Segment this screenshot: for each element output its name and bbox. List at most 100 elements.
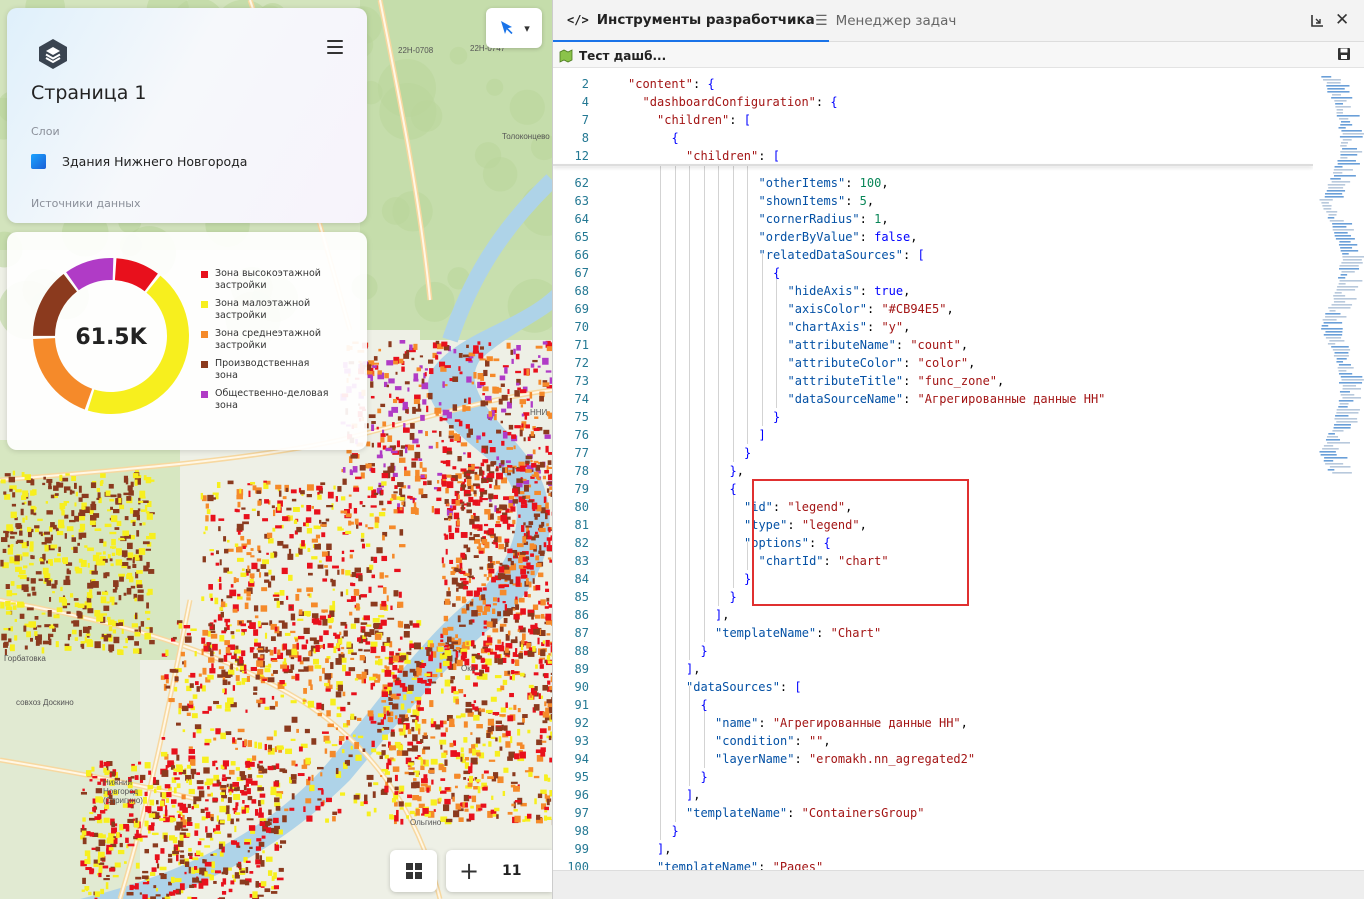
legend-item[interactable]: Зона малоэтажной застройки <box>201 298 331 322</box>
code-token: "dashboardConfiguration" <box>642 95 816 109</box>
code-line[interactable]: 70 "chartAxis": "y", <box>553 318 1313 336</box>
legend-item[interactable]: Зона среднеэтажной застройки <box>201 328 331 352</box>
donut-chart[interactable]: 61.5K <box>29 254 193 418</box>
code-token: { <box>729 482 737 496</box>
code-line[interactable]: 89], <box>553 660 1313 678</box>
code-line[interactable]: 97 "templateName": "ContainersGroup" <box>553 804 1313 822</box>
code-text: ] <box>759 426 766 444</box>
line-number: 77 <box>574 446 589 460</box>
code-token: , <box>946 302 954 316</box>
tab-task-manager[interactable]: ☰ Менеджер задач <box>815 0 956 42</box>
code-token: , <box>693 662 701 676</box>
legend-item[interactable]: Общественно-деловая зона <box>201 388 331 412</box>
close-icon[interactable]: ✕ <box>1335 10 1349 30</box>
map-place-label: ННИ <box>530 408 548 417</box>
code-token: : <box>758 149 773 163</box>
code-line[interactable]: 75} <box>553 408 1313 426</box>
layer-item[interactable]: Здания Нижнего Новгорода <box>31 154 247 169</box>
code-line[interactable]: 8{ <box>553 129 1313 147</box>
code-token: "templateName" <box>686 806 788 820</box>
code-line[interactable]: 74 "dataSourceName": "Агрегированные данн… <box>553 390 1313 408</box>
legend-swatch <box>201 271 208 278</box>
line-number: 100 <box>567 860 589 870</box>
code-line[interactable]: 73 "attributeTitle": "func_zone", <box>553 372 1313 390</box>
donut-slice[interactable] <box>33 274 77 336</box>
code-line[interactable]: 72 "attributeColor": "color", <box>553 354 1313 372</box>
donut-slice[interactable] <box>114 258 158 292</box>
code-line[interactable]: 64 "cornerRadius": 1, <box>553 210 1313 228</box>
legend-label: Зона среднеэтажной застройки <box>215 328 322 351</box>
legend-swatch <box>201 331 208 338</box>
code-token: "eromakh.nn_agregated2" <box>808 752 976 766</box>
code-text: } <box>672 822 679 840</box>
code-line[interactable]: 69 "axisColor": "#CB94E5", <box>553 300 1313 318</box>
code-line[interactable]: 98} <box>553 822 1313 840</box>
tab-developer-tools[interactable]: </> Инструменты разработчика <box>553 0 829 42</box>
save-icon[interactable] <box>1337 47 1351 61</box>
code-line[interactable]: 68 "hideAxis": true, <box>553 282 1313 300</box>
line-number: 95 <box>574 770 589 784</box>
line-number: 65 <box>574 230 589 244</box>
zoom-level: 11 <box>502 863 522 879</box>
zoom-in-button[interactable]: + <box>446 850 492 892</box>
code-text: ], <box>686 660 700 678</box>
code-token: } <box>671 824 679 838</box>
code-line[interactable]: 12 "children": [ <box>553 147 1313 165</box>
code-line[interactable]: 77} <box>553 444 1313 462</box>
editor-minimap[interactable] <box>1315 74 1364 478</box>
file-tab[interactable]: Тест дашб... <box>559 45 666 67</box>
code-token: "cornerRadius" <box>758 212 860 226</box>
map-place-label: Ока <box>461 664 476 673</box>
menu-icon[interactable] <box>327 40 343 54</box>
grid-button[interactable] <box>390 850 437 892</box>
code-token: : <box>903 248 918 262</box>
code-line[interactable]: 90 "dataSources": [ <box>553 678 1313 696</box>
code-text: } <box>701 642 708 660</box>
line-number: 62 <box>574 176 589 190</box>
legend-label: Общественно-деловая зона <box>215 388 329 411</box>
code-line[interactable]: 95} <box>553 768 1313 786</box>
code-editor[interactable]: 62 "otherItems": 100, 63 "shownItems": 5, 64… <box>553 74 1313 870</box>
code-line[interactable]: 86], <box>553 606 1313 624</box>
legend-item[interactable]: Производственная зона <box>201 358 331 382</box>
code-token: false <box>874 230 911 244</box>
code-line[interactable]: 94 "layerName": "eromakh.nn_agregated2" <box>553 750 1313 768</box>
code-line[interactable]: 4 "dashboardConfiguration": { <box>553 93 1313 111</box>
code-line[interactable]: 93 "condition": "", <box>553 732 1313 750</box>
code-line[interactable]: 91 { <box>553 696 1313 714</box>
code-line[interactable]: 78}, <box>553 462 1313 480</box>
code-line[interactable]: 62 "otherItems": 100, <box>553 174 1313 192</box>
code-line[interactable]: 92 "name": "Агрегированные данные НН", <box>553 714 1313 732</box>
code-line[interactable]: 7 "children": [ <box>553 111 1313 129</box>
code-line[interactable]: 76] <box>553 426 1313 444</box>
code-line[interactable]: 65 "orderByValue": false, <box>553 228 1313 246</box>
line-number: 2 <box>581 77 589 91</box>
code-text: "hideAxis": true, <box>788 282 911 300</box>
code-text: { <box>773 264 780 282</box>
code-token: } <box>729 590 737 604</box>
legend-item[interactable]: Зона высокоэтажной застройки <box>201 268 331 292</box>
code-line[interactable]: 63 "shownItems": 5, <box>553 192 1313 210</box>
donut-slice[interactable] <box>66 258 114 291</box>
code-line[interactable]: 71 "attributeName": "count", <box>553 336 1313 354</box>
layers-label: Слои <box>31 125 60 138</box>
code-line[interactable]: 96], <box>553 786 1313 804</box>
code-line[interactable]: 99], <box>553 840 1313 858</box>
dock-icon[interactable] <box>1309 13 1325 29</box>
code-token: { <box>700 698 708 712</box>
file-tabs-bar: Тест дашб... <box>553 42 1364 68</box>
code-text: { <box>672 129 679 147</box>
app-logo-icon[interactable] <box>37 38 69 70</box>
code-token: "func_zone" <box>917 374 998 388</box>
code-line[interactable]: 66 "relatedDataSources": [ <box>553 246 1313 264</box>
code-token: "count" <box>910 338 961 352</box>
code-line[interactable]: 67 { <box>553 264 1313 282</box>
code-line[interactable]: 88} <box>553 642 1313 660</box>
code-text: "templateName": "ContainersGroup" <box>686 804 924 822</box>
code-token: : <box>816 626 831 640</box>
select-tool-button[interactable]: ▾ <box>486 8 542 48</box>
code-line[interactable]: 2 "content": { <box>553 75 1313 93</box>
code-line[interactable]: 87 "templateName": "Chart" <box>553 624 1313 642</box>
code-token: "Агрегированные данные НН" <box>917 392 1106 406</box>
code-line[interactable]: 100 "templateName": "Pages" <box>553 858 1313 870</box>
